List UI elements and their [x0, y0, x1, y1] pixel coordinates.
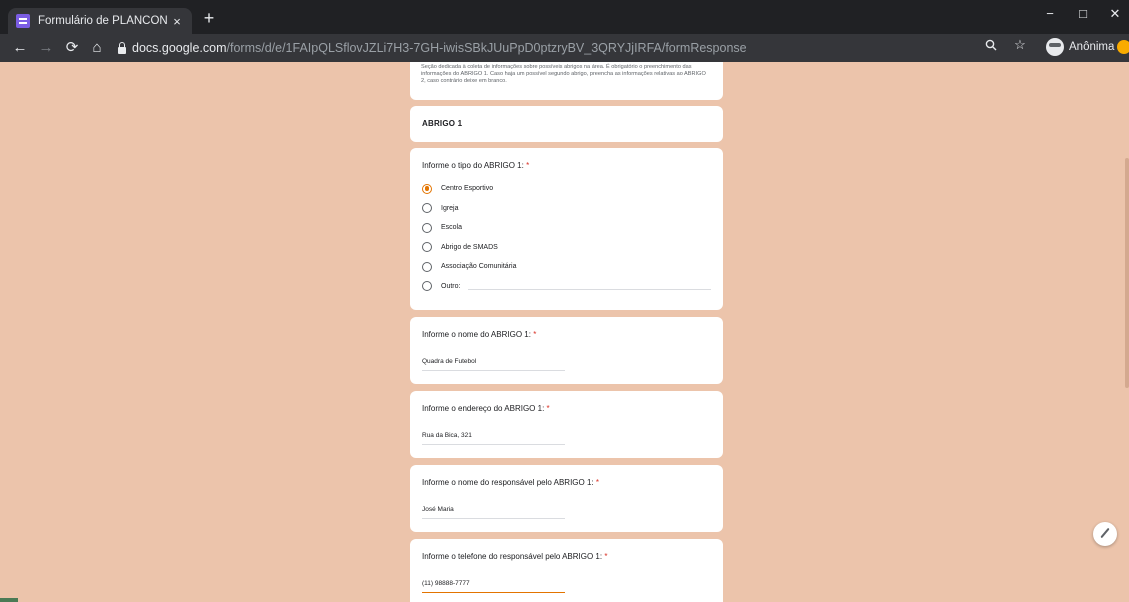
- browser-toolbar: ← → ⟳ ⌂ docs.google.com /forms/d/e/1FAIp…: [0, 34, 1129, 62]
- section-description: Seção dedicada à coleta de informações s…: [421, 64, 706, 84]
- forward-arrow-icon[interactable]: →: [36, 38, 56, 58]
- scrollbar[interactable]: [1125, 62, 1129, 602]
- close-window-button[interactable]: ✕: [1105, 6, 1125, 22]
- url-host: docs.google.com: [132, 41, 227, 55]
- responsible-phone-input[interactable]: (11) 98888-7777: [422, 580, 565, 593]
- browser-titlebar: Formulário de PLANCON × + − □ ✕: [0, 0, 1129, 34]
- google-forms-icon: [16, 14, 30, 28]
- minimize-button[interactable]: −: [1040, 6, 1060, 21]
- radio-button-checked[interactable]: [422, 183, 432, 194]
- section-title: ABRIGO 1: [422, 119, 463, 128]
- scrollbar-thumb[interactable]: [1125, 158, 1129, 388]
- radio-button[interactable]: [422, 222, 432, 233]
- question-title: Informe o telefone do responsável pelo A…: [422, 552, 608, 561]
- radio-button[interactable]: [422, 242, 432, 253]
- required-asterisk: *: [595, 478, 600, 487]
- radio-option-escola[interactable]: Escola: [422, 218, 711, 238]
- question-title: Informe o nome do responsável pelo ABRIG…: [422, 478, 600, 487]
- reload-icon[interactable]: ⟳: [62, 38, 82, 58]
- address-bar[interactable]: docs.google.com /forms/d/e/1FAIpQLSflovJ…: [112, 37, 1030, 59]
- required-asterisk: *: [533, 330, 537, 339]
- responsible-name-input[interactable]: José Maria: [422, 506, 565, 519]
- pencil-icon: [1100, 527, 1110, 539]
- question-card-name: Informe o nome do ABRIGO 1: * Quadra de …: [410, 317, 723, 384]
- radio-option-associacao-comunitaria[interactable]: Associação Comunitária: [422, 257, 711, 277]
- maximize-button[interactable]: □: [1073, 6, 1093, 21]
- incognito-icon: [1046, 38, 1064, 56]
- back-arrow-icon[interactable]: ←: [10, 38, 30, 58]
- radio-button[interactable]: [422, 203, 432, 214]
- zoom-icon[interactable]: [982, 39, 1000, 54]
- radio-option-igreja[interactable]: Igreja: [422, 199, 711, 219]
- question-card-type: Informe o tipo do ABRIGO 1: * Centro Esp…: [410, 148, 723, 310]
- tab-close-icon[interactable]: ×: [170, 14, 184, 29]
- required-asterisk: *: [546, 404, 550, 413]
- page-viewport: Seção dedicada à coleta de informações s…: [0, 62, 1129, 602]
- shelter-address-input[interactable]: Rua da Bica, 321: [422, 432, 565, 445]
- radio-button[interactable]: [422, 281, 432, 292]
- outro-text-input[interactable]: [468, 288, 711, 290]
- tab-title: Formulário de PLANCON: [38, 15, 168, 27]
- question-card-responsible: Informe o nome do responsável pelo ABRIG…: [410, 465, 723, 532]
- profile-label: Anônima: [1069, 41, 1115, 53]
- question-title: Informe o nome do ABRIGO 1: *: [422, 330, 537, 339]
- question-title: Informe o endereço do ABRIGO 1: *: [422, 404, 550, 413]
- browser-tab[interactable]: Formulário de PLANCON ×: [8, 8, 192, 34]
- required-asterisk: *: [604, 552, 608, 561]
- extension-icon[interactable]: [1117, 40, 1129, 54]
- section-title-card: ABRIGO 1: [410, 106, 723, 142]
- question-card-address: Informe o endereço do ABRIGO 1: * Rua da…: [410, 391, 723, 458]
- shelter-name-input[interactable]: Quadra de Futebol: [422, 358, 565, 371]
- taskbar-edge: [0, 598, 18, 602]
- question-card-phone: Informe o telefone do responsável pelo A…: [410, 539, 723, 602]
- section-description-card: Seção dedicada à coleta de informações s…: [410, 62, 723, 100]
- radio-group: Centro Esportivo Igreja Escola Abrigo de…: [422, 179, 711, 296]
- question-title: Informe o tipo do ABRIGO 1: *: [422, 161, 530, 170]
- required-asterisk: *: [526, 161, 530, 170]
- radio-option-abrigo-smads[interactable]: Abrigo de SMADS: [422, 238, 711, 258]
- radio-option-outro[interactable]: Outro:: [422, 277, 711, 297]
- new-tab-button[interactable]: +: [198, 8, 220, 30]
- edit-fab-button[interactable]: [1093, 522, 1117, 546]
- url-path: /forms/d/e/1FAIpQLSflovJZLi7H3-7GH-iwisS…: [226, 41, 747, 55]
- radio-option-centro-esportivo[interactable]: Centro Esportivo: [422, 179, 711, 199]
- star-icon[interactable]: ☆: [1011, 37, 1029, 53]
- home-icon[interactable]: ⌂: [87, 38, 107, 58]
- lock-icon[interactable]: [118, 41, 126, 54]
- radio-button[interactable]: [422, 261, 432, 272]
- incognito-profile[interactable]: Anônima: [1046, 38, 1114, 56]
